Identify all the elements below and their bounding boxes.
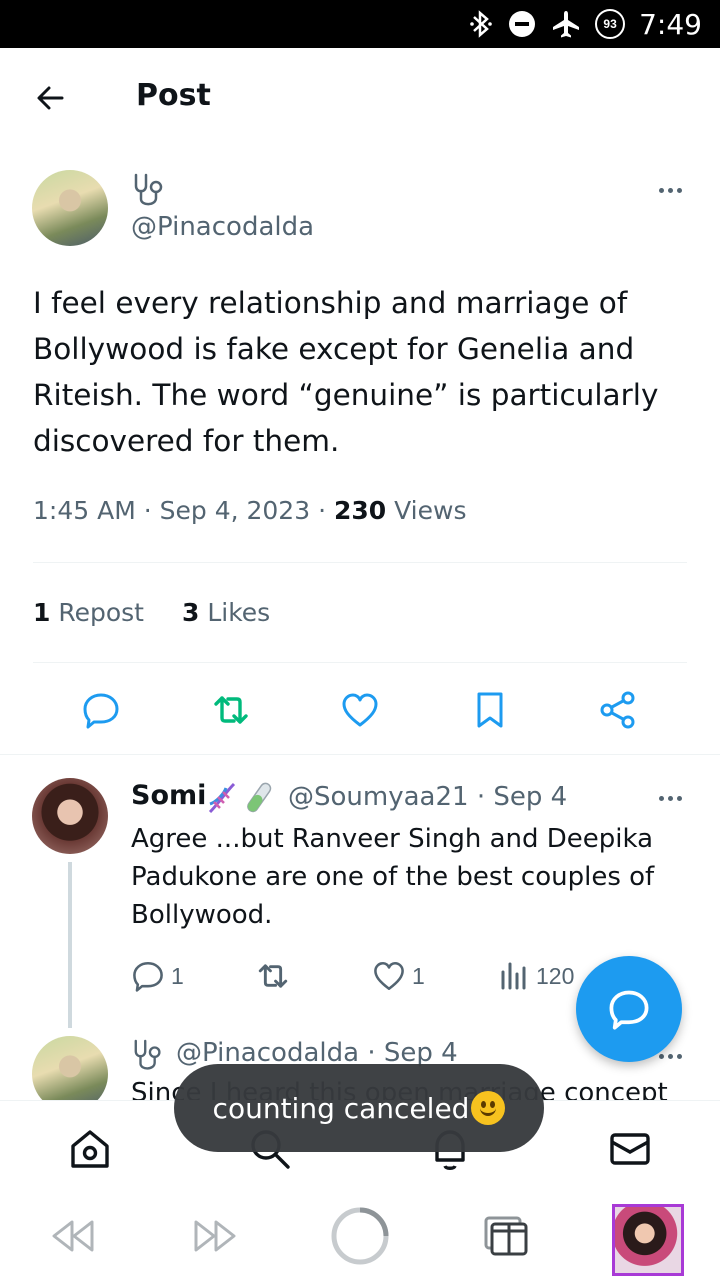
post-time: 1:45 AM [33, 496, 136, 525]
post-meta: 1:45 AM · Sep 4, 2023 · 230 Views [33, 496, 467, 525]
fast-forward-icon [194, 1220, 236, 1252]
divider [33, 662, 687, 663]
reply-date: Sep 4 [493, 782, 568, 812]
likes-stat[interactable]: 3 Likes [182, 598, 270, 627]
post-views-count: 230 [333, 496, 387, 525]
reply-more-button[interactable] [650, 786, 690, 810]
fast-forward-button[interactable] [184, 1204, 248, 1268]
arrow-left-icon [37, 86, 64, 110]
reply-text: Agree ...but Ranveer Singh and Deepika P… [131, 824, 655, 930]
do-not-disturb-icon [507, 9, 537, 39]
page-title: Post [136, 78, 211, 113]
airplane-mode-icon [551, 9, 581, 39]
divider [33, 562, 687, 563]
stethoscope-icon [134, 173, 163, 206]
author-handle[interactable]: @Pinacodalda [131, 212, 314, 242]
reply-views-button[interactable]: 120 [498, 956, 574, 996]
tabs-icon [484, 1216, 528, 1256]
reply-like-button[interactable]: 1 [372, 956, 425, 996]
reply-handle[interactable]: @Soumyaa21 [288, 782, 469, 812]
reply-repost-button[interactable] [255, 956, 291, 996]
loading-circle-icon [331, 1207, 389, 1265]
toast-message: counting canceled [174, 1064, 544, 1152]
compose-fab[interactable] [576, 956, 682, 1062]
post-more-button[interactable] [650, 178, 690, 202]
test-tube-emoji-icon [247, 782, 272, 813]
reply-button[interactable] [77, 686, 125, 734]
post-actions [0, 686, 720, 734]
rewind-icon [52, 1220, 94, 1252]
reply-reply-count: 1 [171, 962, 184, 989]
dna-emoji-icon [208, 782, 236, 814]
reply-avatar[interactable] [32, 778, 108, 854]
reposts-stat[interactable]: 1 Repost [33, 598, 144, 627]
analytics-icon [501, 962, 526, 990]
repost-button[interactable] [207, 686, 255, 734]
post-stats: 1 Repost 3 Likes [33, 598, 270, 627]
system-nav-bar [0, 1196, 720, 1280]
mail-icon [610, 1133, 650, 1165]
share-icon [600, 691, 635, 729]
bookmark-icon [477, 692, 503, 728]
recent-apps-button[interactable] [474, 1204, 538, 1268]
message-plus-icon [609, 990, 649, 1030]
thread-line [68, 862, 72, 1028]
comment-icon [133, 961, 163, 992]
battery-icon: 93 [595, 9, 626, 39]
heart-icon [342, 693, 378, 727]
post-views-label: Views [394, 496, 467, 525]
home-circle-button[interactable] [328, 1204, 392, 1268]
reply-author-name[interactable]: Somi [131, 780, 206, 811]
reply-views-count: 120 [536, 962, 575, 989]
repost-icon [258, 964, 288, 988]
smiley-emoji-icon [471, 1091, 506, 1125]
back-button[interactable] [30, 78, 70, 118]
post-date: Sep 4, 2023 [159, 496, 311, 525]
status-bar: 93 7:49 [0, 0, 720, 48]
repost-icon [214, 696, 248, 724]
reply-meta: @Soumyaa21 · Sep 4 [288, 782, 568, 812]
post-text: I feel every relationship and marriage o… [33, 286, 659, 458]
bluetooth-icon [469, 9, 493, 39]
author-avatar[interactable] [32, 170, 108, 246]
comment-icon [83, 693, 119, 729]
like-button[interactable] [336, 686, 384, 734]
nav-home[interactable] [66, 1125, 114, 1173]
bookmark-button[interactable] [466, 686, 514, 734]
reply-reply-button[interactable]: 1 [131, 956, 184, 996]
toast-text: counting canceled [212, 1091, 470, 1125]
app-thumbnail[interactable] [612, 1204, 684, 1276]
divider [0, 754, 720, 755]
stethoscope-icon [134, 1039, 161, 1070]
share-button[interactable] [594, 686, 642, 734]
heart-icon [374, 961, 404, 991]
rewind-button[interactable] [40, 1204, 104, 1268]
status-time: 7:49 [639, 7, 702, 41]
home-icon [71, 1130, 109, 1168]
reply-like-count: 1 [412, 962, 425, 989]
nav-messages[interactable] [606, 1125, 654, 1173]
